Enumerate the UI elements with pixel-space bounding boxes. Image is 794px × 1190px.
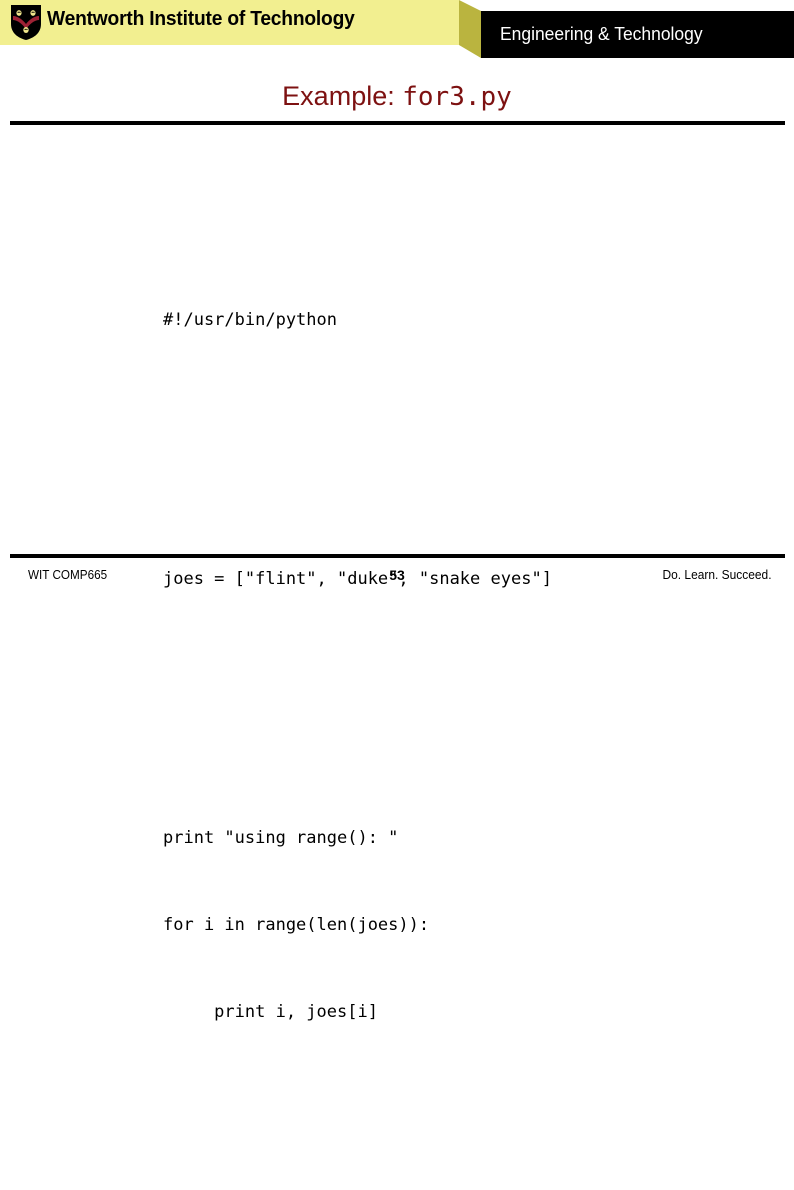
code-group: #!/usr/bin/python — [163, 248, 552, 393]
code-group: print "using range(): " for i in range(l… — [163, 766, 552, 1085]
header-banner: Wentworth Institute of Technology Engine… — [0, 0, 794, 62]
code-line: for i in range(len(joes)): — [163, 915, 430, 935]
department-name: Engineering & Technology — [500, 24, 703, 44]
footer: WIT COMP665 53 Do. Learn. Succeed. — [0, 566, 794, 590]
code-listing: #!/usr/bin/python joes = ["flint", "duke… — [163, 161, 552, 1190]
footer-divider — [10, 554, 785, 558]
code-line: print i, joes[i] — [163, 1002, 378, 1022]
code-line: print "using range(): " — [163, 828, 399, 848]
slide-title-prefix: Example: — [282, 81, 403, 111]
slide-title: Example: for3.py — [0, 79, 794, 114]
code-line: #!/usr/bin/python — [163, 310, 337, 330]
university-name: Wentworth Institute of Technology — [47, 8, 355, 30]
title-divider — [10, 121, 785, 125]
footer-tagline: Do. Learn. Succeed. — [662, 567, 772, 582]
wit-shield-icon — [11, 5, 41, 40]
slide-title-filename: for3.py — [402, 82, 512, 112]
